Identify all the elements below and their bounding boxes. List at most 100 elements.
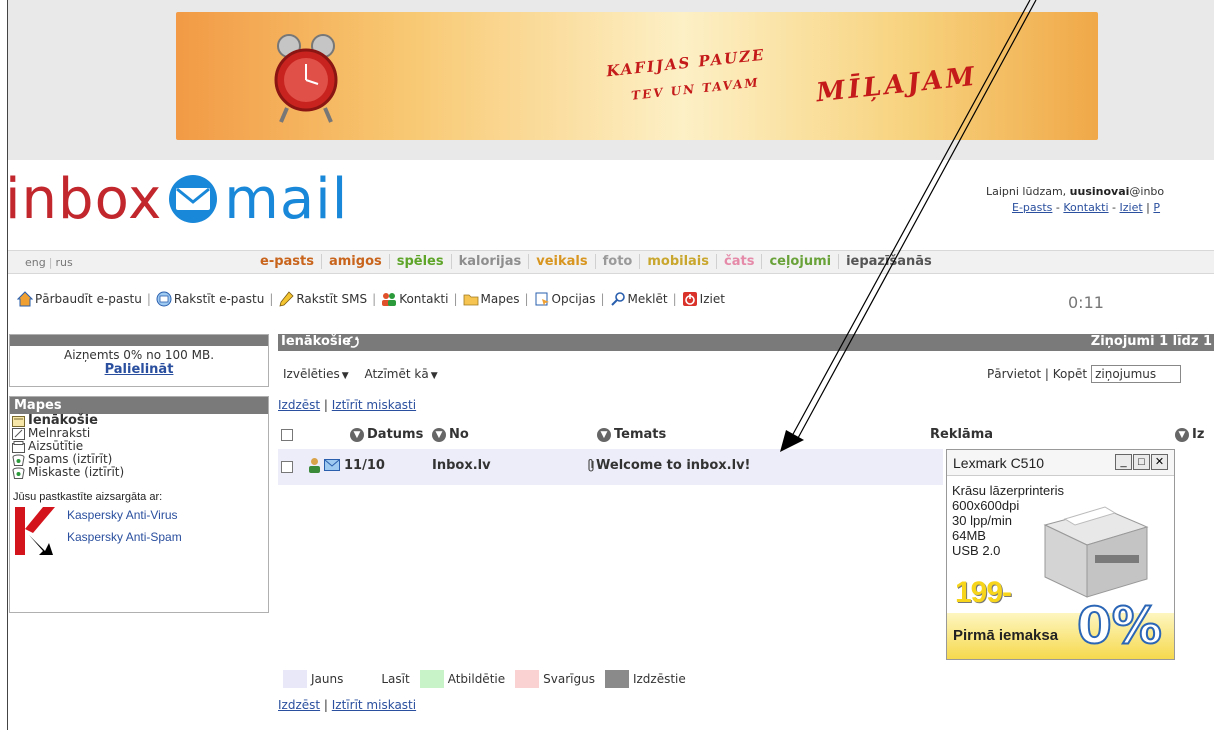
delete-link[interactable]: Izdzēst bbox=[278, 398, 320, 412]
inbox-header: Ienākošie Ziņojumi 1 līdz 1 bbox=[278, 334, 1214, 351]
lang-rus[interactable]: rus bbox=[55, 256, 72, 269]
select-all-checkbox[interactable] bbox=[281, 429, 293, 441]
folder-icon bbox=[463, 294, 478, 306]
message-subject[interactable]: Welcome to inbox.lv! bbox=[587, 458, 750, 473]
message-date: 11/10 bbox=[344, 458, 385, 473]
user-domain: @inbo bbox=[1129, 185, 1165, 198]
search-label: Meklēt bbox=[627, 292, 668, 306]
link-e-pasts[interactable]: E-pasts bbox=[1012, 201, 1052, 214]
language-switch: eng | rus bbox=[25, 256, 73, 269]
nav-veikals[interactable]: veikals bbox=[529, 254, 596, 269]
table-row[interactable]: 11/10 Inbox.lv Welcome to inbox.lv! bbox=[278, 449, 943, 485]
selection-menus: Izvēlēties ▼ Atzīmēt kā ▼ bbox=[283, 367, 450, 381]
options-label: Opcijas bbox=[551, 292, 596, 306]
contacts-button[interactable]: Kontakti bbox=[381, 291, 448, 307]
col-from-label: No bbox=[449, 427, 469, 442]
search-button[interactable]: Meklēt bbox=[610, 291, 668, 307]
legend-read: Lasīt bbox=[353, 670, 410, 688]
copy-link[interactable]: Kopēt bbox=[1053, 367, 1087, 381]
empty-trash-link[interactable]: Iztīrīt miskasti bbox=[332, 698, 416, 712]
legend-swatch bbox=[283, 670, 307, 688]
legend-label: Atbildētie bbox=[447, 672, 506, 686]
link-kontakti[interactable]: Kontakti bbox=[1063, 201, 1108, 214]
col-ad: Reklāma bbox=[930, 427, 993, 442]
check-mail-button[interactable]: Pārbaudīt e-pastu bbox=[17, 291, 142, 307]
ad-title: Lexmark C510 bbox=[953, 455, 1045, 471]
nav-amigos[interactable]: amigos bbox=[322, 254, 390, 269]
logout-button[interactable]: Iziet bbox=[682, 291, 725, 307]
kaspersky-block: Kaspersky Anti-Virus Kaspersky Anti-Spam bbox=[15, 507, 268, 555]
write-mail-icon bbox=[156, 291, 172, 307]
alarm-clock-icon bbox=[274, 34, 338, 123]
inbox-title: Ienākošie bbox=[281, 334, 351, 349]
write-mail-button[interactable]: Rakstīt e-pastu bbox=[156, 291, 264, 307]
write-mail-label: Rakstīt e-pastu bbox=[173, 292, 265, 306]
nav-speles[interactable]: spēles bbox=[390, 254, 452, 269]
message-counter: Ziņojumi 1 līdz 1 bbox=[1090, 334, 1212, 349]
logo-inbox-text: inbox bbox=[5, 166, 163, 232]
refresh-icon[interactable] bbox=[346, 335, 360, 349]
sort-icon: ▼ bbox=[432, 427, 446, 442]
attachment-icon bbox=[588, 459, 594, 472]
sort-icon: ▼ bbox=[350, 427, 364, 442]
mark-as-dropdown[interactable]: Atzīmēt kā ▼ bbox=[364, 367, 437, 381]
select-dropdown[interactable]: Izvēlēties ▼ bbox=[283, 367, 349, 381]
lang-eng[interactable]: eng bbox=[25, 256, 46, 269]
message-checkbox[interactable] bbox=[281, 461, 293, 473]
folders-button[interactable]: Mapes bbox=[463, 291, 519, 307]
increase-quota-link[interactable]: Palielināt bbox=[105, 362, 174, 377]
home-icon bbox=[17, 291, 33, 307]
nav-e-pasts[interactable]: e-pasts bbox=[260, 254, 322, 269]
ad-titlebar: Lexmark C510 _ □ ✕ bbox=[947, 450, 1174, 476]
legend-label: Jauns bbox=[311, 672, 344, 686]
legend-label: Svarīgus bbox=[543, 672, 595, 686]
legend-label: Izdzēstie bbox=[632, 672, 686, 686]
legend-swatch bbox=[515, 670, 540, 688]
col-date[interactable]: ▼ Datums bbox=[350, 427, 423, 442]
inbox-mail-logo[interactable]: inbox mail bbox=[5, 166, 348, 232]
message-list-header: ▼ Datums ▼ No ▼ Temats Reklāma bbox=[278, 425, 1214, 447]
col-size[interactable]: ▼ Iz bbox=[1175, 427, 1204, 442]
nav-mobilais[interactable]: mobilais bbox=[640, 254, 718, 269]
target-folder-select[interactable]: ziņojumus bbox=[1091, 365, 1182, 383]
inbox-folder-icon bbox=[12, 415, 25, 427]
folder-trash[interactable]: Miskaste (iztīrīt) bbox=[10, 466, 268, 479]
quota-text: Aizņemts 0% no 100 MB. bbox=[63, 348, 215, 362]
empty-trash-link[interactable]: Iztīrīt miskasti bbox=[332, 398, 416, 412]
move-link[interactable]: Pārvietot bbox=[987, 367, 1041, 381]
nav-cats[interactable]: čats bbox=[717, 254, 763, 269]
delete-link[interactable]: Izdzēst bbox=[278, 698, 320, 712]
sender-person-icon bbox=[309, 458, 320, 473]
status-legend: Jauns Lasīt Atbildētie Svarīgus Izdzēsti… bbox=[283, 670, 696, 688]
write-sms-label: Rakstīt SMS bbox=[296, 292, 368, 306]
sort-icon: ▼ bbox=[597, 427, 611, 442]
options-button[interactable]: Opcijas bbox=[534, 291, 596, 307]
move-copy-controls: Pārvietot | Kopēt ziņojumus bbox=[987, 365, 1182, 383]
select-label: Izvēlēties bbox=[283, 367, 340, 381]
legend-swatch bbox=[353, 670, 378, 688]
ad-spec-line: Krāsu lāzerprinteris bbox=[952, 483, 1064, 498]
nav-celojumi[interactable]: ceļojumi bbox=[762, 254, 840, 269]
window-buttons: _ □ ✕ bbox=[1114, 454, 1168, 470]
write-sms-button[interactable]: Rakstīt SMS bbox=[278, 291, 367, 307]
kaspersky-antivirus-link[interactable]: Kaspersky Anti-Virus bbox=[67, 504, 182, 526]
message-from: Inbox.lv bbox=[432, 458, 491, 473]
banner-text-3: MĪĻAJAM bbox=[814, 61, 979, 109]
drafts-icon bbox=[12, 427, 25, 440]
chevron-down-icon: ▼ bbox=[341, 371, 349, 381]
link-iziet[interactable]: Iziet bbox=[1120, 201, 1143, 214]
nav-kalorijas[interactable]: kalorijas bbox=[452, 254, 530, 269]
nav-foto[interactable]: foto bbox=[596, 254, 641, 269]
service-links: e-pasts amigos spēles kalorijas veikals … bbox=[260, 254, 939, 269]
quota-bar bbox=[10, 335, 268, 346]
col-date-label: Datums bbox=[367, 427, 424, 442]
lexmark-ad[interactable]: Lexmark C510 _ □ ✕ Krāsu lāzerprinteris … bbox=[946, 449, 1175, 660]
kaspersky-antispam-link[interactable]: Kaspersky Anti-Spam bbox=[67, 526, 182, 548]
protection-note: Jūsu pastkastīte aizsargāta ar: bbox=[13, 491, 163, 503]
col-subject[interactable]: ▼ Temats bbox=[597, 427, 666, 442]
quota-box: Aizņemts 0% no 100 MB. Palielināt bbox=[9, 334, 269, 387]
link-p[interactable]: P bbox=[1153, 201, 1160, 214]
nav-iepazisanas[interactable]: iepazīšanās bbox=[839, 254, 939, 269]
ad-banner[interactable]: KAFIJAS PAUZE TEV UN TAVAM MĪĻAJAM bbox=[176, 12, 1098, 140]
col-from[interactable]: ▼ No bbox=[432, 427, 469, 442]
